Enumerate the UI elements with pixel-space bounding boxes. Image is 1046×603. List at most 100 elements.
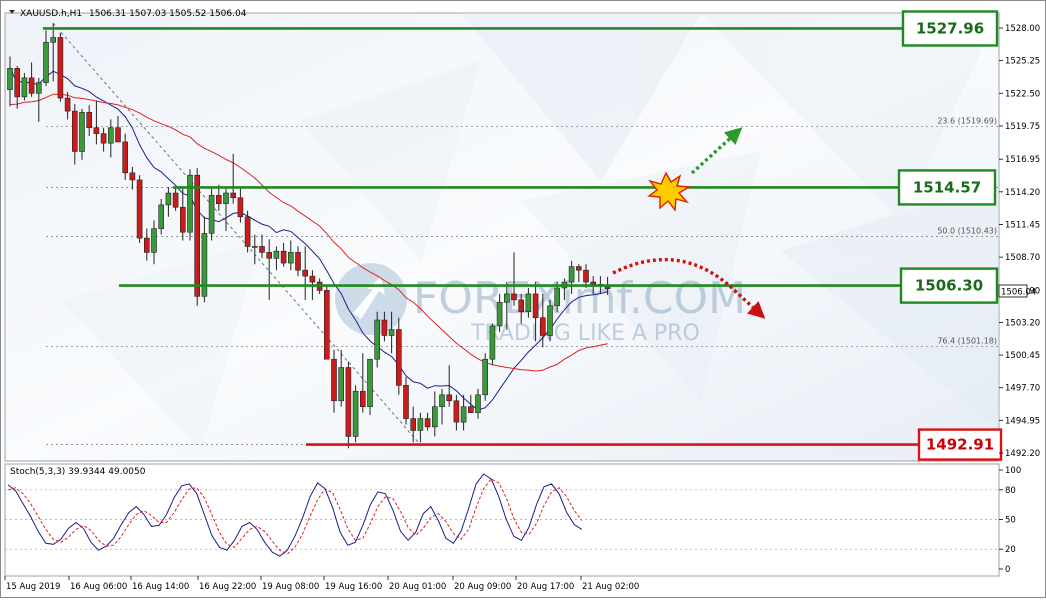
candle (345, 361, 352, 449)
candle (187, 169, 193, 241)
candle-body (259, 246, 265, 253)
stochastic-panel (4, 463, 1000, 577)
time-tick-label: 19 Aug 16:00 (325, 582, 382, 592)
candle (367, 358, 373, 416)
price-level-label: 1506.30 (915, 277, 983, 295)
candle-body (583, 269, 589, 283)
candle-body (352, 390, 359, 437)
candle-body (208, 195, 215, 234)
candle-body (309, 275, 316, 283)
chart-window: FOREXimf.COM TRADING LIKE A PRO XAUUSD.h… (0, 0, 1046, 598)
candle (323, 284, 330, 360)
candle-body (539, 317, 546, 336)
candle-body (395, 329, 402, 386)
price-tick-label: 1514.20 (1005, 188, 1040, 198)
candle-body (216, 195, 222, 204)
candle-body (518, 299, 525, 313)
candle-body (14, 68, 20, 98)
candle-body (35, 82, 42, 94)
price-tick-label: 1525.25 (1005, 57, 1040, 67)
candle-body (100, 133, 107, 144)
candle-body (129, 172, 136, 181)
price-tick-label: 1508.70 (1005, 253, 1040, 263)
time-tick-label: 16 Aug 06:00 (70, 582, 127, 592)
candle-body (50, 37, 57, 43)
candle-body (280, 250, 287, 264)
time-axis: 15 Aug 2019 16 Aug 06:00 16 Aug 14:00 16 Au… (4, 576, 639, 592)
candle-body (302, 269, 309, 277)
candle-body (252, 246, 258, 248)
candle-body (496, 301, 503, 327)
candle-body (287, 252, 294, 264)
candle-body (359, 390, 366, 408)
fib-label: 76.4 (1501.18) (937, 336, 997, 345)
watermark-tagline: TRADING LIKE A PRO (470, 321, 700, 346)
ohlc-label: 1506.31 1507.03 1505.52 1506.04 (89, 9, 247, 19)
price-tick-label: 1497.70 (1005, 384, 1040, 394)
stoch-tick-label: 50 (1005, 516, 1016, 526)
symbol-label: XAUUSD.h,H1 (20, 9, 82, 19)
price-tick-label: 1492.20 (1005, 449, 1040, 459)
candle-body (244, 216, 251, 247)
stoch-tick-label: 0 (1005, 565, 1010, 575)
price-axis: 1528.00 1525.25 1522.50 1519.75 1516.95 1514.… (999, 24, 1040, 459)
candle-body (431, 406, 438, 428)
candle-body (503, 293, 510, 303)
price-tick-label: 1516.95 (1005, 155, 1040, 165)
candle-body (230, 192, 236, 199)
candle-body (144, 237, 150, 253)
candle-body (467, 406, 474, 413)
price-tick-label: 1494.95 (1005, 416, 1040, 426)
candle-body (237, 197, 244, 218)
time-tick-label: 20 Aug 01:00 (389, 582, 446, 592)
candle-body (266, 252, 273, 259)
candle-body (93, 127, 100, 134)
candle-body (388, 329, 395, 336)
candle (244, 210, 251, 253)
candle-body (417, 418, 424, 431)
candle-body (57, 37, 64, 99)
watermark-brand: FOREXimf.COM (413, 273, 746, 324)
candle-body (273, 250, 280, 259)
candle-body (511, 293, 517, 301)
stochastic-axis: 100 80 50 20 0 (999, 466, 1021, 575)
price-tick-label: 1522.50 (1005, 89, 1040, 99)
candle-body (115, 127, 121, 143)
candle-body (28, 77, 35, 94)
candle-body (295, 252, 301, 271)
candle-body (64, 97, 71, 112)
candle-body (345, 367, 352, 437)
candle-body (108, 127, 114, 144)
price-level-label: 1492.91 (926, 436, 994, 454)
stoch-tick-label: 100 (1005, 466, 1021, 476)
time-tick-label: 16 Aug 14:00 (132, 582, 189, 592)
time-tick-label: 15 Aug 2019 (6, 582, 60, 592)
candle-body (410, 418, 417, 431)
candle-body (43, 41, 49, 83)
current-price-label: 1506.04 (1001, 288, 1036, 298)
candle-body (72, 110, 78, 152)
candle-body (424, 418, 431, 428)
candle-body (136, 179, 143, 239)
price-tick-label: 1528.00 (1005, 24, 1040, 34)
stoch-tick-label: 80 (1005, 486, 1016, 496)
stochastic-label: Stoch(5,3,3) 39.9344 49.0050 (10, 467, 146, 477)
time-tick-label: 20 Aug 17:00 (517, 582, 574, 592)
stoch-tick-label: 20 (1005, 545, 1016, 555)
candle-body (525, 293, 532, 313)
candle-body (403, 385, 409, 419)
candle (482, 353, 489, 401)
price-level-label: 1527.96 (916, 19, 984, 37)
fib-label: 23.6 (1519.69) (937, 117, 997, 126)
candle (489, 323, 496, 366)
candle-body (489, 325, 496, 360)
time-tick-label: 16 Aug 22:00 (199, 582, 256, 592)
candle-body (86, 111, 92, 129)
time-tick-label: 21 Aug 02:00 (582, 582, 639, 592)
candle-body (79, 111, 85, 152)
candle-body (151, 228, 157, 253)
candle (352, 385, 359, 443)
candle-body (21, 77, 28, 98)
candle-body (381, 319, 388, 336)
price-tick-label: 1503.20 (1005, 318, 1040, 328)
